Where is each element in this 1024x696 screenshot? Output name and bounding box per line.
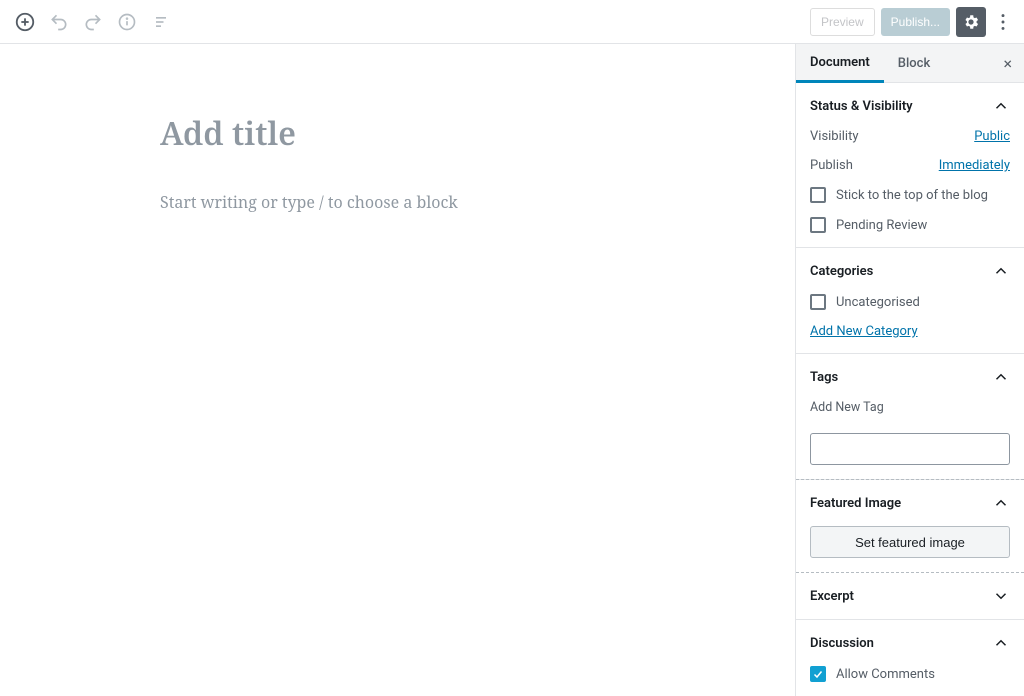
editor-body: Add title Start writing or type / to cho… <box>0 44 1024 696</box>
chevron-up-icon <box>992 97 1010 115</box>
visibility-label: Visibility <box>810 129 859 144</box>
close-sidebar-button[interactable]: × <box>991 54 1024 73</box>
panel-featured-title: Featured Image <box>810 496 901 511</box>
visibility-row: Visibility Public <box>810 129 1010 144</box>
more-vertical-icon <box>992 11 1014 33</box>
undo-button[interactable] <box>44 7 74 37</box>
publish-row: Publish Immediately <box>810 158 1010 173</box>
panel-categories-body: Uncategorised Add New Category <box>810 294 1010 339</box>
panel-excerpt-title: Excerpt <box>810 589 854 604</box>
panel-excerpt-toggle[interactable]: Excerpt <box>810 587 1010 605</box>
chevron-down-icon <box>992 587 1010 605</box>
panel-featured-image: Featured Image Set featured image <box>796 479 1024 573</box>
allow-comments-label: Allow Comments <box>836 667 935 682</box>
block-navigation-button[interactable] <box>146 7 176 37</box>
editor-toolbar: Preview Publish... <box>0 0 1024 44</box>
set-featured-image-button[interactable]: Set featured image <box>810 526 1010 558</box>
tab-block[interactable]: Block <box>884 45 944 81</box>
allow-comments-checkbox[interactable]: Allow Comments <box>810 666 1010 682</box>
chevron-up-icon <box>992 634 1010 652</box>
pending-review-checkbox[interactable]: Pending Review <box>810 217 1010 233</box>
pending-review-label: Pending Review <box>836 218 927 233</box>
gear-icon <box>962 13 980 31</box>
publish-button[interactable]: Publish... <box>881 8 950 36</box>
checkbox-unchecked-icon <box>810 217 826 233</box>
info-icon <box>117 12 137 32</box>
chevron-up-icon <box>992 262 1010 280</box>
panel-status-body: Visibility Public Publish Immediately St… <box>810 129 1010 233</box>
redo-button[interactable] <box>78 7 108 37</box>
panel-categories-title: Categories <box>810 264 873 279</box>
undo-icon <box>49 12 69 32</box>
content-structure-button[interactable] <box>112 7 142 37</box>
panel-discussion-body: Allow Comments Allow Pingbacks & Trackba… <box>810 666 1010 696</box>
post-title-input[interactable]: Add title <box>160 104 755 163</box>
category-uncategorised-label: Uncategorised <box>836 295 920 310</box>
visibility-value-button[interactable]: Public <box>974 129 1010 144</box>
add-block-button[interactable] <box>10 7 40 37</box>
publish-label: Publish <box>810 158 853 173</box>
settings-sidebar: Document Block × Status & Visibility Vis… <box>795 44 1024 696</box>
panel-featured-body: Set featured image <box>810 526 1010 558</box>
add-tag-label: Add New Tag <box>810 400 1010 415</box>
chevron-up-icon <box>992 494 1010 512</box>
panel-discussion-title: Discussion <box>810 636 874 651</box>
chevron-up-icon <box>992 368 1010 386</box>
tag-input[interactable] <box>810 433 1010 465</box>
checkbox-unchecked-icon <box>810 294 826 310</box>
checkbox-unchecked-icon <box>810 187 826 203</box>
editor-canvas[interactable]: Add title Start writing or type / to cho… <box>0 44 795 696</box>
panel-featured-toggle[interactable]: Featured Image <box>810 494 1010 512</box>
publish-value-button[interactable]: Immediately <box>939 158 1010 173</box>
panel-tags-body: Add New Tag <box>810 400 1010 465</box>
category-uncategorised-checkbox[interactable]: Uncategorised <box>810 294 1010 310</box>
panel-excerpt: Excerpt <box>796 573 1024 620</box>
panel-tags: Tags Add New Tag <box>796 354 1024 480</box>
stick-to-top-label: Stick to the top of the blog <box>836 188 988 203</box>
toolbar-right-group: Preview Publish... <box>810 7 1014 37</box>
panel-discussion: Discussion Allow Comments Allow Pingback… <box>796 620 1024 696</box>
panel-tags-title: Tags <box>810 370 838 385</box>
panel-discussion-toggle[interactable]: Discussion <box>810 634 1010 652</box>
list-icon <box>151 12 171 32</box>
editor-inner: Add title Start writing or type / to cho… <box>160 104 755 213</box>
preview-button[interactable]: Preview <box>810 8 875 36</box>
redo-icon <box>83 12 103 32</box>
sidebar-tabs: Document Block × <box>796 44 1024 83</box>
panel-categories: Categories Uncategorised Add New Categor… <box>796 248 1024 354</box>
panel-categories-toggle[interactable]: Categories <box>810 262 1010 280</box>
stick-to-top-checkbox[interactable]: Stick to the top of the blog <box>810 187 1010 203</box>
panel-status-visibility: Status & Visibility Visibility Public Pu… <box>796 83 1024 248</box>
panel-status-title: Status & Visibility <box>810 99 913 114</box>
add-new-category-link[interactable]: Add New Category <box>810 324 1010 339</box>
tab-document[interactable]: Document <box>796 44 884 83</box>
settings-button[interactable] <box>956 7 986 37</box>
more-options-button[interactable] <box>992 7 1014 37</box>
panel-status-toggle[interactable]: Status & Visibility <box>810 97 1010 115</box>
plus-circle-icon <box>14 11 36 33</box>
post-content-placeholder[interactable]: Start writing or type / to choose a bloc… <box>160 191 755 213</box>
toolbar-left-group <box>10 7 176 37</box>
checkbox-checked-icon <box>810 666 826 682</box>
panel-tags-toggle[interactable]: Tags <box>810 368 1010 386</box>
